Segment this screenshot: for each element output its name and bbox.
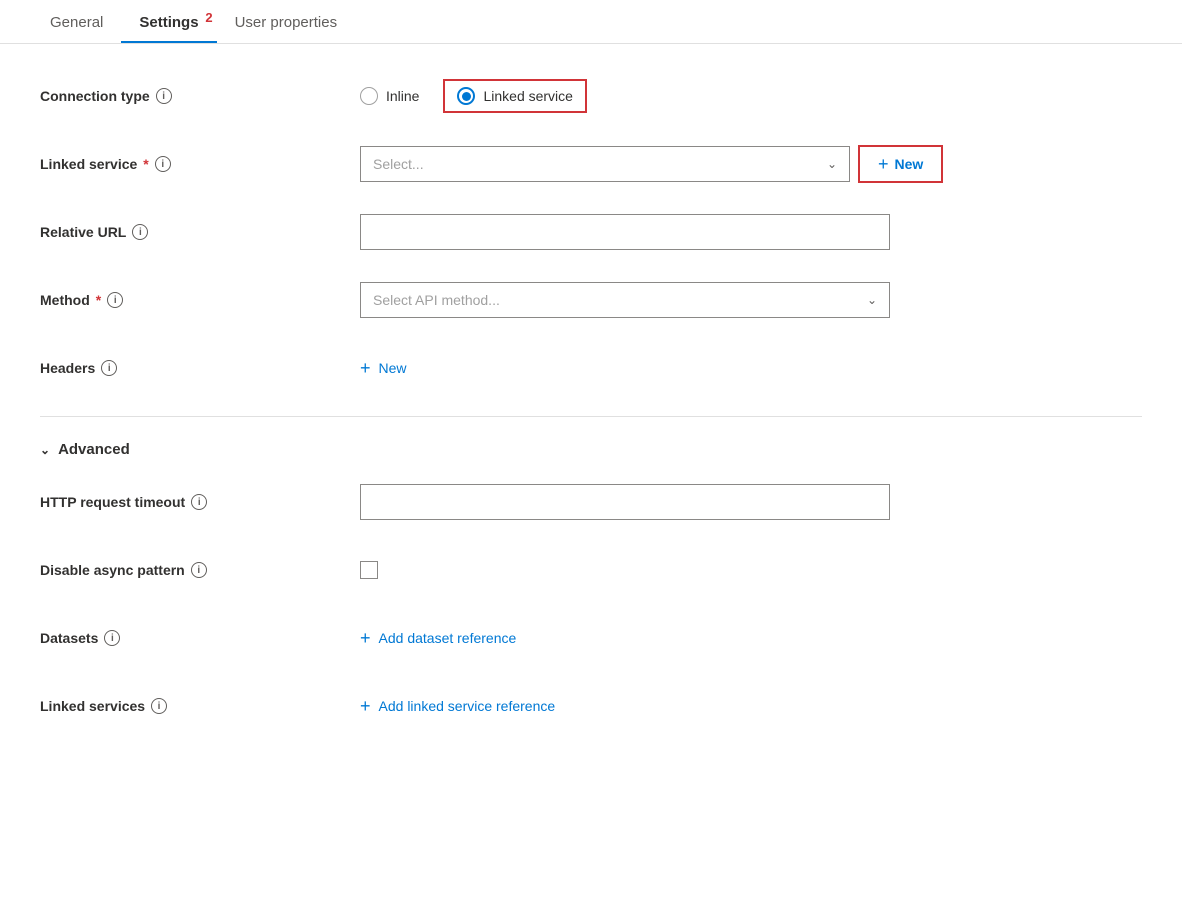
disable-async-row: Disable async pattern i <box>40 550 1142 590</box>
headers-add-button[interactable]: + New <box>360 358 407 379</box>
linked-service-select[interactable]: Select... ⌄ <box>360 146 850 182</box>
relative-url-info-icon: i <box>132 224 148 240</box>
linked-service-info-icon: i <box>155 156 171 172</box>
headers-plus-icon: + <box>360 358 371 379</box>
method-placeholder: Select API method... <box>373 292 500 308</box>
radio-linked-service-highlight: Linked service <box>443 79 587 113</box>
advanced-toggle[interactable]: ⌄ Advanced <box>40 441 1142 458</box>
datasets-plus-icon: + <box>360 628 371 649</box>
connection-type-label: Connection type i <box>40 88 360 104</box>
linked-services-row: Linked services i + Add linked service r… <box>40 686 1142 726</box>
disable-async-label: Disable async pattern i <box>40 562 360 578</box>
linked-service-required: * <box>143 156 148 172</box>
relative-url-label: Relative URL i <box>40 224 360 240</box>
datasets-control: + Add dataset reference <box>360 628 1142 649</box>
disable-async-info-icon: i <box>191 562 207 578</box>
method-required: * <box>96 292 101 308</box>
form-area: Connection type i Inline Linked service <box>0 44 1182 786</box>
datasets-info-icon: i <box>104 630 120 646</box>
tab-bar: General Settings 2 User properties <box>0 0 1182 44</box>
method-row: Method * i Select API method... ⌄ <box>40 280 1142 320</box>
connection-type-radio-group: Inline Linked service <box>360 79 587 113</box>
method-select[interactable]: Select API method... ⌄ <box>360 282 890 318</box>
method-control: Select API method... ⌄ <box>360 282 1142 318</box>
http-timeout-row: HTTP request timeout i <box>40 482 1142 522</box>
linked-service-placeholder: Select... <box>373 156 424 172</box>
linked-services-add-button[interactable]: + Add linked service reference <box>360 696 555 717</box>
relative-url-row: Relative URL i <box>40 212 1142 252</box>
radio-linked-service-circle <box>457 87 475 105</box>
settings-badge: 2 <box>205 10 212 25</box>
disable-async-control <box>360 561 1142 579</box>
method-label: Method * i <box>40 292 360 308</box>
advanced-section: ⌄ Advanced HTTP request timeout i Disabl… <box>40 441 1142 726</box>
relative-url-input[interactable] <box>360 214 890 250</box>
radio-linked-service[interactable]: Linked service <box>457 87 573 105</box>
connection-type-info-icon: i <box>156 88 172 104</box>
linked-service-label: Linked service * i <box>40 156 360 172</box>
connection-type-row: Connection type i Inline Linked service <box>40 76 1142 116</box>
linked-services-control: + Add linked service reference <box>360 696 1142 717</box>
linked-services-info-icon: i <box>151 698 167 714</box>
datasets-add-button[interactable]: + Add dataset reference <box>360 628 516 649</box>
radio-inline[interactable]: Inline <box>360 87 419 105</box>
datasets-row: Datasets i + Add dataset reference <box>40 618 1142 658</box>
linked-service-chevron-icon: ⌄ <box>827 157 837 171</box>
divider <box>40 416 1142 417</box>
headers-info-icon: i <box>101 360 117 376</box>
radio-linked-service-dot <box>462 92 471 101</box>
linked-service-new-button[interactable]: + New <box>858 145 943 183</box>
http-timeout-info-icon: i <box>191 494 207 510</box>
headers-label: Headers i <box>40 360 360 376</box>
http-timeout-label: HTTP request timeout i <box>40 494 360 510</box>
http-timeout-control <box>360 484 1142 520</box>
headers-control: + New <box>360 358 1142 379</box>
linked-services-label: Linked services i <box>40 698 360 714</box>
datasets-label: Datasets i <box>40 630 360 646</box>
linked-service-control: Select... ⌄ + New <box>360 145 1142 183</box>
tab-user-properties[interactable]: User properties <box>217 0 356 43</box>
linked-service-row: Linked service * i Select... ⌄ + New <box>40 144 1142 184</box>
connection-type-control: Inline Linked service <box>360 79 1142 113</box>
headers-row: Headers i + New <box>40 348 1142 388</box>
disable-async-checkbox[interactable] <box>360 561 378 579</box>
relative-url-control <box>360 214 1142 250</box>
advanced-chevron-icon: ⌄ <box>40 443 50 457</box>
method-info-icon: i <box>107 292 123 308</box>
method-chevron-icon: ⌄ <box>867 293 877 307</box>
tab-settings[interactable]: Settings 2 <box>121 0 216 43</box>
linked-services-plus-icon: + <box>360 696 371 717</box>
new-button-plus-icon: + <box>878 154 889 175</box>
tab-general[interactable]: General <box>32 0 121 43</box>
radio-inline-circle <box>360 87 378 105</box>
http-timeout-input[interactable] <box>360 484 890 520</box>
